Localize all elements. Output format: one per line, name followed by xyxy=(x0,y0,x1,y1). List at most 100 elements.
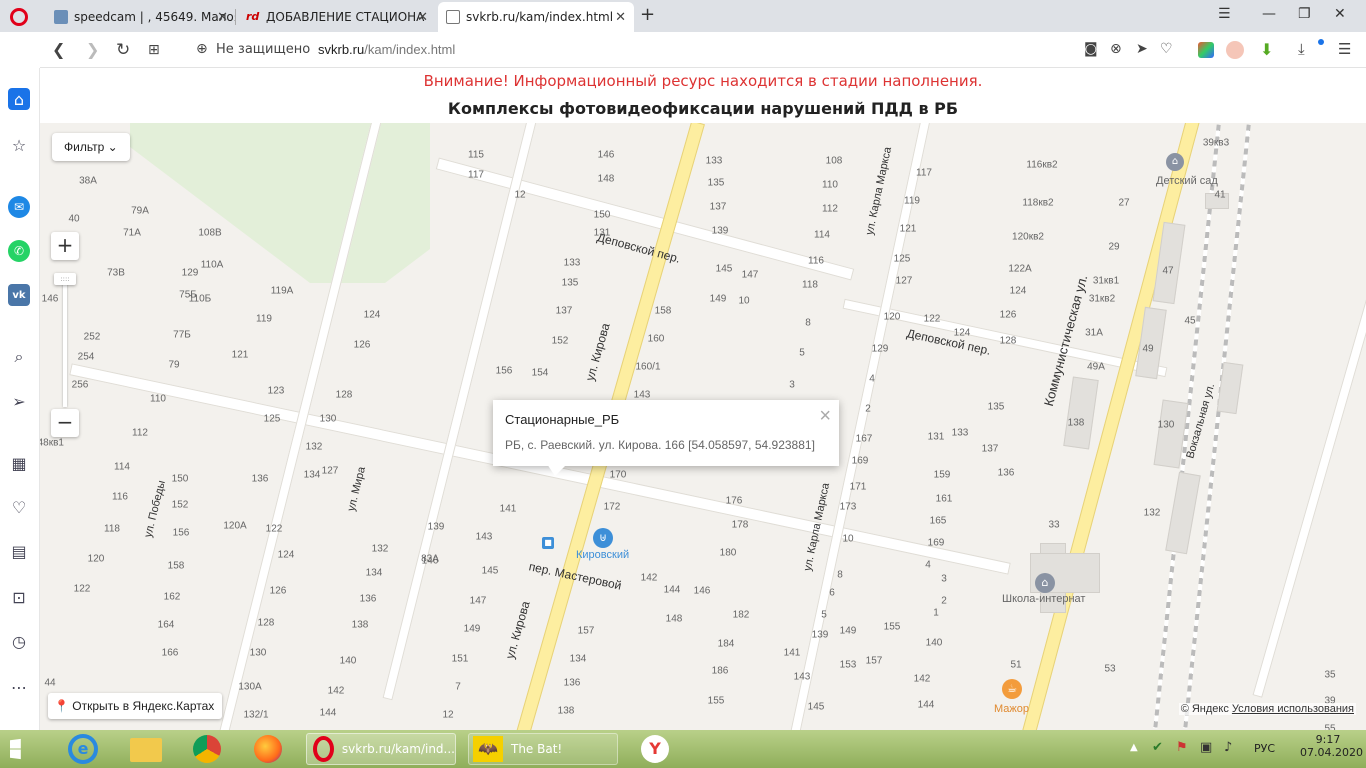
adblock-icon[interactable]: ⊗ xyxy=(1110,41,1122,57)
house-number: 156 xyxy=(495,365,513,377)
whatsapp-icon[interactable]: ✆ xyxy=(8,240,30,262)
download-extension-icon[interactable]: ⬇ xyxy=(1260,40,1273,59)
new-tab-button[interactable]: + xyxy=(640,4,655,25)
flow-icon[interactable]: ⊡ xyxy=(8,586,30,608)
close-tab-icon[interactable]: ✕ xyxy=(615,10,626,25)
balloon-description: РБ, с. Раевский. ул. Кирова. 166 [54.058… xyxy=(505,438,815,452)
house-number: 142 xyxy=(640,572,658,584)
house-number: 135 xyxy=(561,277,579,289)
reload-button[interactable]: ↻ xyxy=(116,40,130,60)
poi-label[interactable]: Мажор xyxy=(994,703,1029,715)
tab-speedcam[interactable]: speedcam | , 45649. Малоя ✕ xyxy=(46,2,236,32)
opera-logo-icon[interactable] xyxy=(10,8,28,26)
house-number: 117 xyxy=(916,167,932,179)
history-icon[interactable]: ◷ xyxy=(8,630,30,652)
easy-setup-icon[interactable]: ☰ xyxy=(1338,40,1351,58)
building xyxy=(1165,471,1201,555)
tab-menu-icon[interactable]: ☰ xyxy=(1218,6,1231,22)
close-icon[interactable]: × xyxy=(819,406,831,426)
map[interactable]: ул. Кирова ул. Кирова Деповской пер. Деп… xyxy=(40,123,1366,730)
house-number: 33 xyxy=(1048,519,1060,531)
bookmarks-icon[interactable]: ♡ xyxy=(8,496,30,518)
house-number: 119 xyxy=(256,313,272,325)
house-number: 186 xyxy=(711,665,729,677)
taskbar-app-opera[interactable]: svkrb.ru/kam/ind... xyxy=(306,733,456,765)
tab-dobavlenie[interactable]: rd ДОБАВЛЕНИЕ СТАЦИОНА ✕ xyxy=(238,2,436,32)
avatar-extension-icon[interactable] xyxy=(1226,41,1244,59)
search-icon[interactable]: ⌕ xyxy=(8,346,30,368)
speed-dial-icon[interactable]: ☆ xyxy=(8,134,30,156)
house-number: 8 xyxy=(805,317,811,329)
page-icon xyxy=(446,10,460,24)
tray-icon[interactable]: ⚑ xyxy=(1176,740,1188,755)
close-tab-icon[interactable]: ✕ xyxy=(417,10,428,25)
apps-icon[interactable]: ▦ xyxy=(8,452,30,474)
yandex-browser-icon[interactable]: Y xyxy=(641,735,669,763)
network-icon[interactable]: ▣ xyxy=(1200,740,1212,755)
share-icon[interactable]: ➤ xyxy=(1136,41,1148,57)
house-number: 114 xyxy=(114,461,130,473)
zoom-slider-track[interactable] xyxy=(63,277,67,407)
chrome-icon[interactable] xyxy=(193,735,221,763)
windows-start-icon[interactable] xyxy=(10,738,21,760)
house-number: 144 xyxy=(319,707,337,719)
house-number: 182 xyxy=(732,609,750,621)
url-field[interactable]: svkrb.ru/kam/index.html xyxy=(318,42,455,57)
school-icon[interactable]: ⌂ xyxy=(1035,573,1055,593)
tray-icon[interactable]: ✔ xyxy=(1152,740,1163,755)
downloads-icon[interactable]: ⤓ xyxy=(1298,40,1305,58)
tab-svkrb[interactable]: svkrb.ru/kam/index.html ✕ xyxy=(438,2,634,32)
taskbar-app-thebat[interactable]: 🦇 The Bat! xyxy=(468,733,618,765)
send-icon[interactable]: ➢ xyxy=(8,390,30,412)
maximize-button[interactable]: ❐ xyxy=(1298,6,1311,22)
house-number: 143 xyxy=(633,389,651,401)
kindergarten-icon[interactable]: ⌂ xyxy=(1166,153,1184,171)
house-number: 132/1 xyxy=(243,709,269,721)
volume-icon[interactable]: ♪ xyxy=(1224,740,1232,755)
cafe-icon[interactable]: ☕ xyxy=(1002,679,1022,699)
vk-icon[interactable]: vk xyxy=(8,284,30,306)
firefox-icon[interactable] xyxy=(254,735,282,763)
house-number: 6 xyxy=(829,587,835,599)
terms-link[interactable]: Условия использования xyxy=(1232,703,1354,715)
extension-icon[interactable] xyxy=(1198,42,1214,58)
heart-icon[interactable]: ♡ xyxy=(1160,41,1173,57)
explorer-icon[interactable] xyxy=(130,738,162,762)
zoom-in-button[interactable]: + xyxy=(51,232,79,260)
clock[interactable]: 9:17 07.04.2020 xyxy=(1300,733,1363,759)
poi-label[interactable]: Кировский xyxy=(576,549,629,561)
poi-label[interactable]: Школа-интернат xyxy=(1002,593,1085,605)
house-number: 49 xyxy=(1142,343,1154,355)
globe-icon: ⊕ xyxy=(196,41,208,57)
more-icon[interactable]: ⋯ xyxy=(8,676,30,698)
messenger-icon[interactable]: ✉ xyxy=(8,196,30,218)
house-number: 128 xyxy=(335,389,353,401)
close-window-button[interactable]: ✕ xyxy=(1334,6,1346,22)
house-number: 162 xyxy=(163,591,181,603)
security-label[interactable]: Не защищено xyxy=(216,42,310,57)
language-indicator[interactable]: РУС xyxy=(1254,742,1275,755)
tabs-overview-icon[interactable]: ⊞ xyxy=(148,42,160,58)
close-tab-icon[interactable]: ✕ xyxy=(217,10,228,25)
ie-icon[interactable]: e xyxy=(68,734,98,764)
open-in-yandex-maps-button[interactable]: 📍 Открыть в Яндекс.Картах xyxy=(48,693,223,719)
house-number: 47 xyxy=(1162,265,1174,277)
house-number: 44 xyxy=(44,677,56,689)
home-icon[interactable]: ⌂ xyxy=(8,88,30,110)
house-number: 79 xyxy=(168,359,180,371)
shop-icon[interactable]: ⊎ xyxy=(593,528,613,548)
house-number: 129 xyxy=(181,267,199,279)
bus-stop-icon[interactable]: ■ xyxy=(542,537,554,549)
snapshot-icon[interactable]: ◙ xyxy=(1084,41,1098,57)
page-title: Комплексы фотовидеофиксации нарушений ПД… xyxy=(447,99,959,118)
house-number: 132 xyxy=(305,441,323,453)
back-button[interactable]: ❮ xyxy=(52,40,65,59)
poi-label[interactable]: Детский сад xyxy=(1156,175,1218,187)
zoom-slider-handle[interactable]: :::: xyxy=(54,273,76,285)
news-icon[interactable]: ▤ xyxy=(8,540,30,562)
filter-button[interactable]: Фильтр ⌄ xyxy=(52,133,130,161)
zoom-out-button[interactable]: − xyxy=(51,409,79,437)
show-hidden-icons[interactable]: ▲ xyxy=(1130,742,1138,753)
forward-button[interactable]: ❯ xyxy=(86,40,99,59)
minimize-button[interactable]: — xyxy=(1262,6,1276,22)
